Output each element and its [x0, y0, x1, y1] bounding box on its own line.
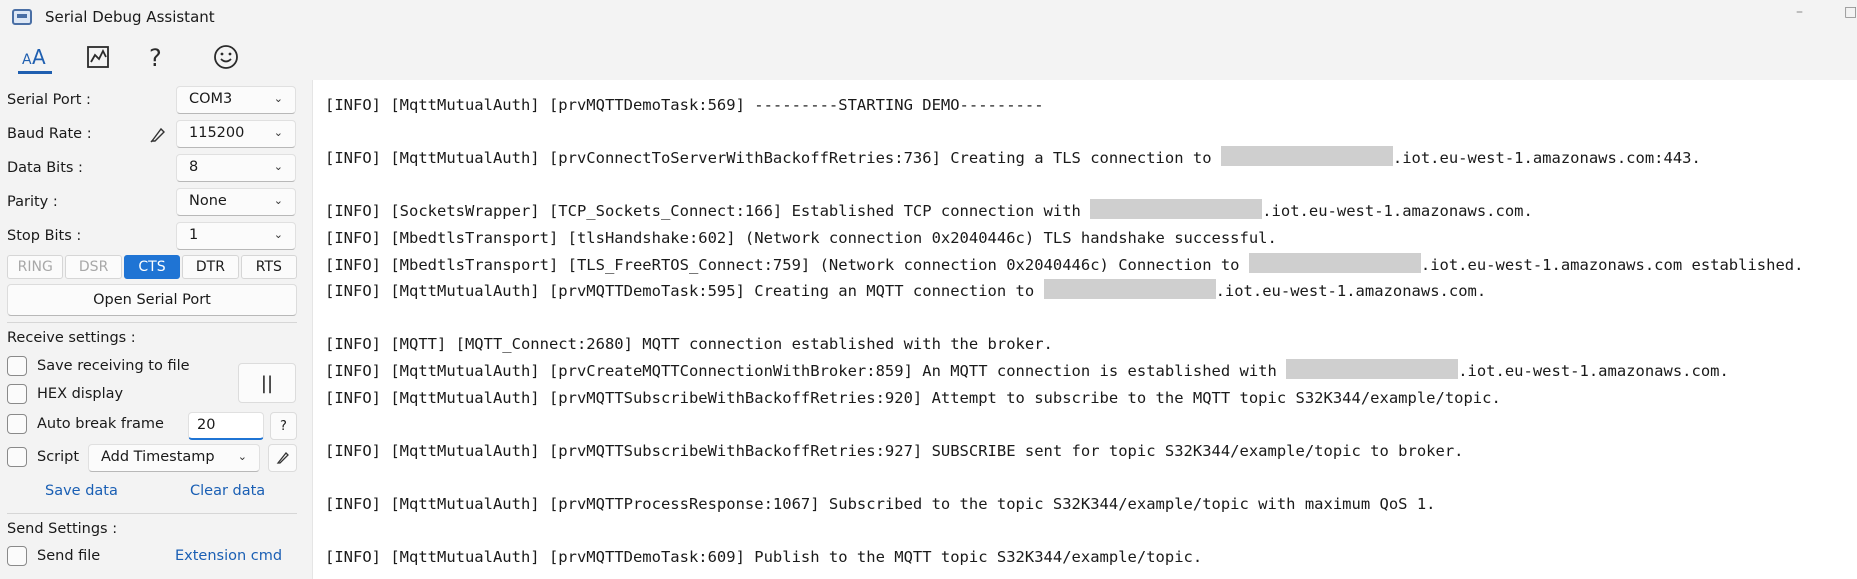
data-bits-select[interactable]: 8 ⌄	[176, 154, 296, 182]
auto-break-help-button[interactable]: ?	[270, 412, 297, 440]
log-line: [INFO] [MqttMutualAuth] [prvMQTTDemoTask…	[325, 96, 1044, 114]
svg-text:A: A	[32, 45, 46, 68]
window-title: Serial Debug Assistant	[45, 8, 215, 26]
redacted-hostname	[1286, 358, 1459, 379]
send-file-label: Send file	[37, 548, 101, 564]
smiley-icon[interactable]	[209, 40, 243, 74]
log-line: [INFO] [MqttMutualAuth] [prvConnectToSer…	[325, 145, 1803, 172]
open-serial-port-button[interactable]: Open Serial Port	[7, 284, 297, 316]
hex-display-option[interactable]: HEX display	[7, 384, 123, 404]
save-to-file-option[interactable]: Save receiving to file	[7, 356, 190, 376]
log-line: [INFO] [MqttMutualAuth] [prvMQTTDemoTask…	[325, 278, 1803, 305]
log-line: [INFO] [MbedtlsTransport] [TLS_FreeRTOS_…	[325, 252, 1803, 279]
script-label: Script	[37, 449, 80, 465]
ring-toggle[interactable]: RING	[7, 255, 64, 279]
redacted-hostname	[1248, 252, 1421, 273]
extension-cmd-link[interactable]: Extension cmd	[175, 548, 282, 564]
baud-rate-select[interactable]: 115200 ⌄	[176, 120, 296, 148]
dsr-toggle[interactable]: DSR	[65, 255, 122, 279]
send-settings-title: Send Settings :	[7, 521, 118, 537]
hex-display-checkbox[interactable]	[7, 384, 27, 404]
script-checkbox[interactable]	[7, 447, 27, 467]
text-format-icon[interactable]: AA	[18, 40, 52, 74]
edit-script-button[interactable]	[268, 444, 297, 472]
toolbar: AA ?	[0, 34, 1857, 78]
auto-break-input[interactable]: 20	[188, 412, 264, 440]
save-data-link[interactable]: Save data	[45, 483, 118, 499]
help-icon[interactable]: ?	[140, 40, 174, 74]
dtr-toggle[interactable]: DTR	[182, 255, 239, 279]
serial-port-select[interactable]: COM3 ⌄	[176, 86, 296, 114]
data-bits-label: Data Bits :	[7, 160, 83, 176]
redacted-hostname	[1220, 146, 1393, 167]
script-option[interactable]: Script	[7, 447, 79, 467]
log-line: [INFO] [MqttMutualAuth] [prvMQTTDemoTask…	[325, 548, 1203, 567]
log-line: [INFO] [MqttMutualAuth] [prvMQTTSubscrib…	[325, 388, 1501, 407]
cts-toggle[interactable]: CTS	[123, 255, 181, 279]
hex-display-label: HEX display	[37, 386, 124, 402]
redacted-hostname	[1090, 199, 1263, 220]
stop-bits-label: Stop Bits :	[7, 228, 82, 244]
title-bar: Serial Debug Assistant – □	[0, 0, 1857, 34]
log-text: [INFO] [MqttMutualAuth] [prvMQTTDemoTask…	[325, 92, 1803, 571]
auto-break-checkbox[interactable]	[7, 414, 27, 434]
chevron-down-icon: ⌄	[273, 194, 283, 207]
log-line: [INFO] [MQTT] [MQTT_Connect:2680] MQTT c…	[325, 335, 1053, 354]
minimize-button[interactable]: –	[1796, 4, 1803, 20]
app-icon	[12, 9, 32, 25]
pause-button[interactable]: ||	[238, 363, 296, 403]
save-to-file-label: Save receiving to file	[37, 358, 190, 374]
send-file-checkbox[interactable]	[7, 546, 27, 566]
script-select[interactable]: Add Timestamp ⌄	[88, 444, 260, 472]
chevron-down-icon: ⌄	[273, 160, 283, 173]
rts-toggle[interactable]: RTS	[240, 255, 298, 279]
log-line: [INFO] [MqttMutualAuth] [prvMQTTProcessR…	[325, 494, 1436, 513]
send-file-option[interactable]: Send file	[7, 546, 100, 566]
parity-label: Parity :	[7, 194, 58, 210]
chevron-down-icon: ⌄	[273, 126, 283, 139]
redacted-hostname	[1043, 279, 1216, 300]
clear-data-link[interactable]: Clear data	[190, 483, 265, 499]
chevron-down-icon: ⌄	[273, 92, 283, 105]
pen-icon[interactable]	[149, 126, 167, 144]
parity-select[interactable]: None ⌄	[176, 188, 296, 216]
chevron-down-icon: ⌄	[237, 450, 247, 463]
svg-text:A: A	[22, 52, 32, 68]
chevron-down-icon: ⌄	[273, 228, 283, 241]
divider	[7, 513, 297, 514]
log-line: [INFO] [SocketsWrapper] [TCP_Sockets_Con…	[325, 198, 1803, 225]
receive-settings-title: Receive settings :	[7, 330, 136, 346]
auto-break-option[interactable]: Auto break frame	[7, 414, 164, 434]
log-line: [INFO] [MqttMutualAuth] [prvCreateMQTTCo…	[325, 358, 1803, 385]
log-line: [INFO] [MqttMutualAuth] [prvMQTTSubscrib…	[325, 441, 1464, 460]
signal-lines: RING DSR CTS DTR RTS	[7, 255, 298, 279]
save-to-file-checkbox[interactable]	[7, 356, 27, 376]
serial-port-label: Serial Port :	[7, 92, 91, 108]
maximize-button[interactable]: □	[1844, 4, 1857, 20]
baud-rate-label: Baud Rate :	[7, 126, 92, 142]
chart-icon[interactable]	[81, 40, 115, 74]
divider	[7, 322, 297, 323]
auto-break-label: Auto break frame	[37, 416, 164, 432]
log-line: [INFO] [MbedtlsTransport] [tlsHandshake:…	[325, 228, 1277, 247]
pen-icon	[276, 452, 289, 464]
receive-output-pane[interactable]: [INFO] [MqttMutualAuth] [prvMQTTDemoTask…	[312, 80, 1857, 579]
svg-text:?: ?	[149, 44, 162, 70]
stop-bits-select[interactable]: 1 ⌄	[176, 222, 296, 250]
